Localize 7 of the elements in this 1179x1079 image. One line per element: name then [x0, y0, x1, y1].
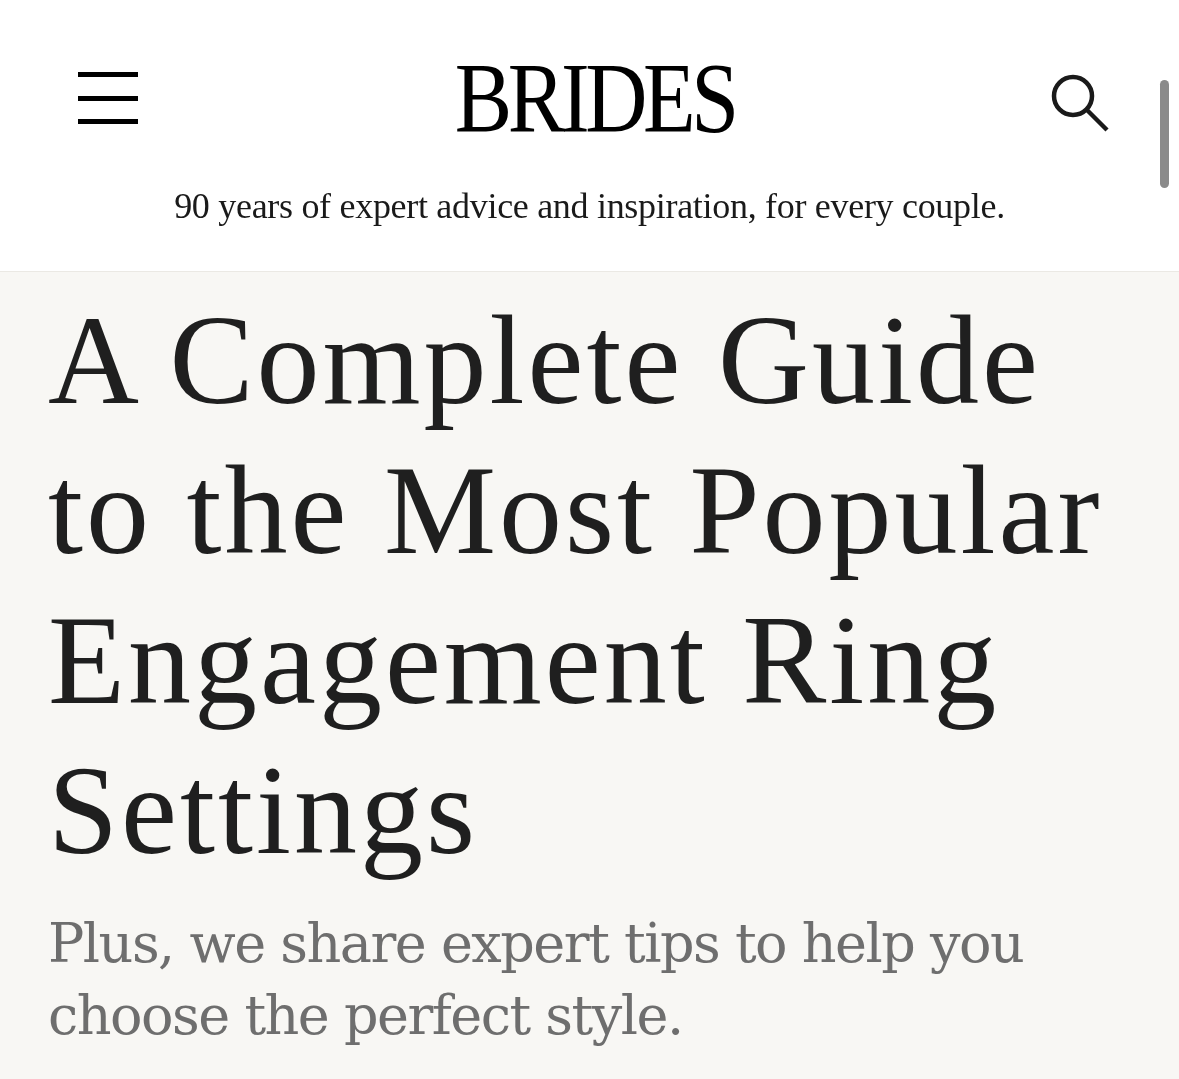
scrollbar-thumb[interactable] [1160, 80, 1169, 188]
article-subtitle: Plus, we share expert tips to help you choose the perfect style. [48, 911, 1025, 1049]
article-title: A Complete Guide to the Most Popular Engagement Ring Settings [48, 290, 1104, 882]
site-tagline: 90 years of expert advice and inspiration, for every couple. [173, 188, 1006, 224]
site-logo[interactable]: BRIDES [454, 48, 735, 148]
menu-icon[interactable] [78, 70, 138, 126]
search-icon[interactable] [1051, 74, 1109, 132]
